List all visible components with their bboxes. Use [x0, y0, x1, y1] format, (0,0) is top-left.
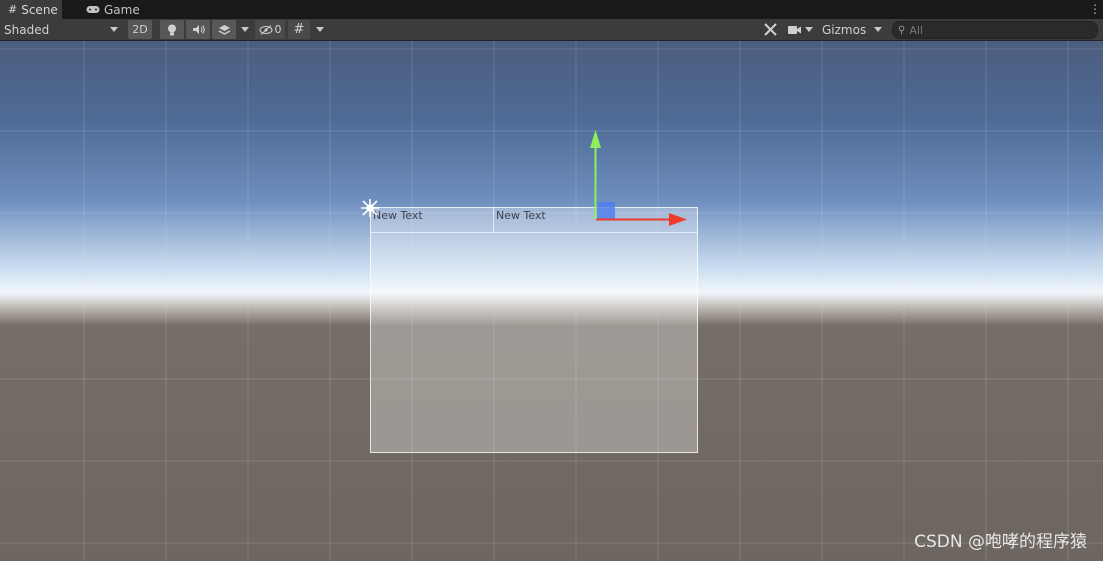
move-gizmo[interactable]: [590, 130, 687, 226]
gizmos-label: Gizmos: [822, 22, 867, 37]
camera-settings-button[interactable]: [788, 20, 816, 39]
z-plane-handle[interactable]: [597, 202, 615, 219]
tools-button[interactable]: [760, 20, 780, 39]
gizmos-dropdown[interactable]: [871, 20, 885, 39]
toggle-2d-button[interactable]: 2D: [128, 20, 152, 39]
lightbulb-icon: [168, 24, 176, 35]
chevron-down-icon: [241, 27, 249, 32]
tools-icon: [763, 23, 777, 36]
scene-viewport[interactable]: New Text New Text CSDN @咆哮的程序猿: [0, 41, 1103, 561]
layers-icon: [218, 24, 230, 35]
tab-scene[interactable]: # Scene: [0, 0, 62, 19]
chevron-down-icon: [874, 27, 882, 32]
chevron-down-icon: [110, 27, 118, 32]
gizmos-button[interactable]: Gizmos: [822, 20, 868, 39]
search-input[interactable]: ⚲ All: [892, 21, 1098, 39]
audio-button[interactable]: [186, 20, 210, 39]
chevron-down-icon: [805, 27, 813, 32]
grid-snap-icon: #: [293, 22, 305, 37]
search-placeholder: All: [909, 23, 923, 37]
chevron-down-icon: [316, 27, 324, 32]
effects-dropdown[interactable]: [238, 20, 252, 39]
scene-visibility-button[interactable]: 0: [255, 20, 285, 39]
lighting-button[interactable]: [160, 20, 184, 39]
more-options-icon[interactable]: ⋮: [1089, 2, 1101, 16]
scene-toolbar: Shaded 2D 0 # Gizmos ⚲ All: [0, 19, 1103, 41]
toggle-2d-label: 2D: [132, 23, 148, 36]
camera-icon: [788, 25, 801, 34]
draw-mode-dropdown[interactable]: Shaded: [4, 20, 120, 39]
pivot-icon[interactable]: [361, 199, 379, 217]
y-axis-arrow-icon[interactable]: [590, 130, 601, 148]
eye-hidden-icon: [259, 24, 272, 35]
tab-game-label: Game: [104, 2, 140, 17]
hidden-count: 0: [274, 23, 282, 36]
speaker-icon: [192, 25, 205, 34]
grid-snap-dropdown[interactable]: [313, 20, 327, 39]
tab-game[interactable]: Game: [78, 0, 148, 19]
search-icon: ⚲: [898, 24, 906, 36]
grid-snap-button[interactable]: #: [288, 20, 310, 39]
gamepad-icon: [86, 6, 100, 13]
x-axis-arrow-icon[interactable]: [669, 213, 687, 226]
draw-mode-value: Shaded: [4, 22, 50, 37]
tab-scene-label: Scene: [21, 2, 58, 17]
watermark: CSDN @咆哮的程序猿: [914, 532, 1087, 552]
tab-bar: # Scene Game ⋮: [0, 0, 1103, 19]
effects-button[interactable]: [212, 20, 236, 39]
gizmo-layer: [361, 130, 687, 226]
grid-icon: #: [8, 3, 18, 16]
